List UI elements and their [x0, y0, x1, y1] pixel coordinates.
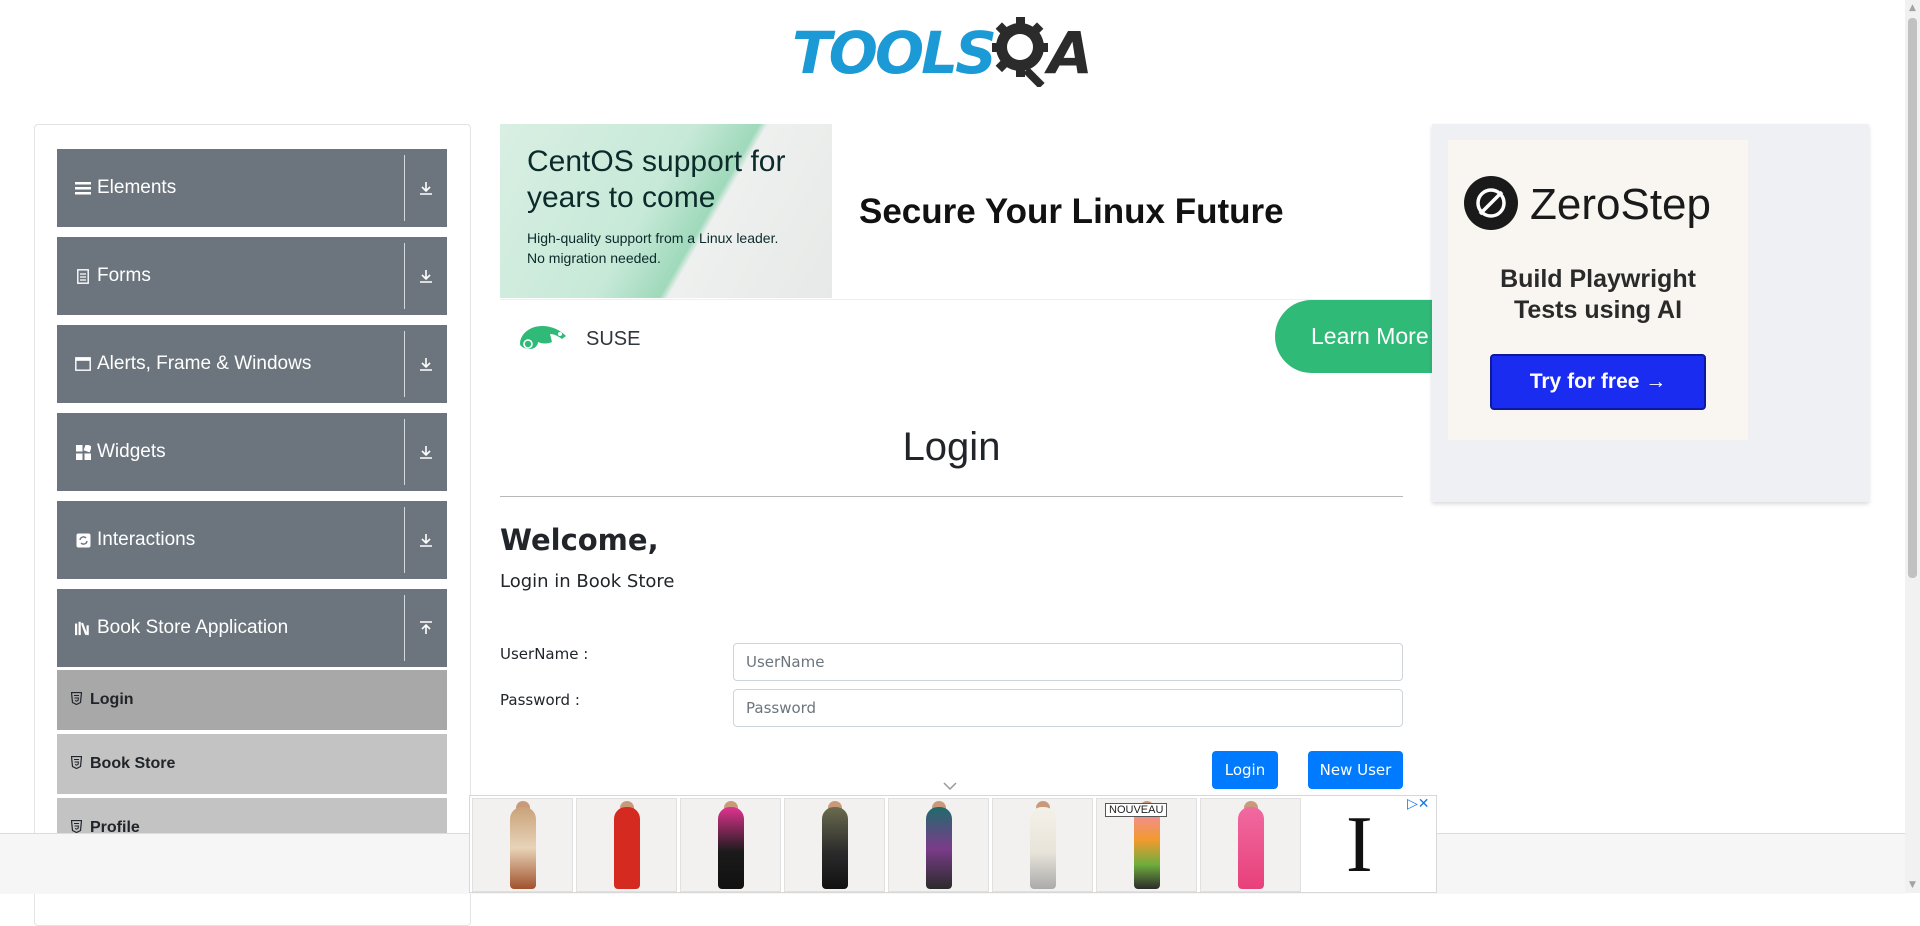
try-for-free-button[interactable]: Try for free →: [1490, 354, 1706, 410]
ad-image-heading: CentOS support for years to come: [527, 145, 786, 214]
page-title: Login: [902, 425, 1001, 469]
scroll-up-arrow-icon[interactable]: ▲: [1905, 0, 1920, 16]
ad-tagline-line1: Build Playwright: [1500, 265, 1696, 293]
product-thumbnail[interactable]: NOUVEAU: [1096, 798, 1197, 892]
separator: [404, 155, 405, 221]
group-label: Interactions: [97, 529, 196, 550]
window-icon: [75, 356, 91, 372]
logo-tools-text: TOOLS: [792, 18, 997, 87]
group-label: Forms: [97, 265, 151, 286]
html5-icon: [70, 755, 83, 772]
brand-logo: I: [1346, 801, 1373, 889]
group-label: Book Store Application: [97, 617, 289, 638]
separator: [404, 595, 405, 661]
html5-icon: [70, 691, 83, 708]
vertical-scrollbar[interactable]: ▲ ▼: [1905, 0, 1920, 893]
sidebar-item-login[interactable]: Login: [57, 670, 447, 732]
group-widgets[interactable]: Widgets: [57, 413, 447, 491]
chameleon-icon: [516, 322, 572, 356]
suse-banner-ad[interactable]: CentOS support for years to come High-qu…: [500, 124, 1455, 376]
sidebar-item-label: Book Store: [90, 755, 176, 772]
zerostep-ad[interactable]: ZeroStep Build Playwright Tests using AI…: [1432, 124, 1869, 502]
welcome-heading: Welcome,: [500, 523, 659, 557]
product-thumbnail[interactable]: [576, 798, 677, 892]
download-icon[interactable]: [413, 149, 439, 227]
brand-name: ZeroStep: [1530, 180, 1711, 229]
group-alerts[interactable]: Alerts, Frame & Windows: [57, 325, 447, 403]
login-subtitle: Login in Book Store: [500, 571, 675, 592]
group-elements[interactable]: Elements: [57, 149, 447, 227]
suse-brand: SUSE: [516, 322, 640, 356]
ad-tagline: Build Playwright Tests using AI: [1448, 264, 1748, 326]
separator: [404, 243, 405, 309]
ad-card: ZeroStep Build Playwright Tests using AI…: [1448, 140, 1748, 440]
ad-choices-icon[interactable]: ▷✕: [1407, 796, 1430, 812]
group-book-store-application[interactable]: Book Store Application: [57, 589, 447, 667]
zerostep-icon: [1464, 176, 1518, 234]
product-thumbnail[interactable]: [888, 798, 989, 892]
gear-magnifier-icon: [990, 15, 1052, 91]
product-thumbnail[interactable]: [680, 798, 781, 892]
ad-image-subtext-line2: No migration needed.: [527, 250, 661, 266]
group-label: Elements: [97, 177, 177, 198]
separator: [404, 507, 405, 573]
bottom-fashion-ad[interactable]: NOUVEAU I ▷✕: [469, 795, 1437, 893]
password-label: Password :: [500, 691, 580, 709]
ad-headline: Secure Your Linux Future: [859, 192, 1284, 231]
download-icon[interactable]: [413, 501, 439, 579]
product-thumbnail[interactable]: [784, 798, 885, 892]
username-label: UserName :: [500, 645, 589, 663]
sidebar-item-label: Login: [90, 691, 134, 708]
product-thumbnail[interactable]: [472, 798, 573, 892]
zerostep-logo: ZeroStep: [1464, 176, 1711, 234]
password-input[interactable]: [733, 689, 1403, 727]
refresh-icon: [75, 532, 91, 548]
sidebar-item-book-store[interactable]: Book Store: [57, 734, 447, 796]
ad-divider: [500, 299, 1435, 300]
group-forms[interactable]: Forms: [57, 237, 447, 315]
title-divider: [500, 496, 1403, 497]
logo-qa-text: A: [1047, 18, 1093, 87]
ad-image: CentOS support for years to come High-qu…: [500, 124, 832, 298]
grid-icon: [75, 444, 91, 460]
left-panel: Elements Forms Alerts, Frame & Windows W…: [34, 124, 471, 926]
new-user-button[interactable]: New User: [1308, 751, 1403, 789]
separator: [404, 419, 405, 485]
scrollbar-thumb[interactable]: [1908, 18, 1917, 578]
group-label: Widgets: [97, 441, 166, 462]
download-icon[interactable]: [413, 237, 439, 315]
ad-tagline-line2: Tests using AI: [1513, 296, 1683, 324]
scroll-down-arrow-icon[interactable]: ▼: [1905, 877, 1920, 893]
download-icon[interactable]: [413, 325, 439, 403]
username-input[interactable]: [733, 643, 1403, 681]
new-badge: NOUVEAU: [1105, 803, 1168, 817]
group-label: Alerts, Frame & Windows: [97, 353, 312, 374]
brand-name: SUSE: [586, 327, 641, 350]
books-icon: [75, 620, 91, 636]
ad-image-subtext-line1: High-quality support from a Linux leader…: [527, 230, 779, 246]
toolsqa-logo[interactable]: TOOLS A: [792, 15, 1093, 91]
learn-more-button[interactable]: Learn More: [1275, 300, 1455, 373]
product-thumbnail[interactable]: [992, 798, 1093, 892]
document-icon: [75, 268, 91, 284]
group-interactions[interactable]: Interactions: [57, 501, 447, 579]
ad-image-subtext: High-quality support from a Linux leader…: [527, 228, 778, 268]
login-button[interactable]: Login: [1212, 751, 1278, 789]
upload-icon[interactable]: [413, 589, 439, 667]
separator: [404, 331, 405, 397]
chevron-down-icon[interactable]: [942, 776, 958, 795]
download-icon[interactable]: [413, 413, 439, 491]
product-thumbnail[interactable]: [1200, 798, 1301, 892]
menu-icon: [75, 180, 91, 196]
